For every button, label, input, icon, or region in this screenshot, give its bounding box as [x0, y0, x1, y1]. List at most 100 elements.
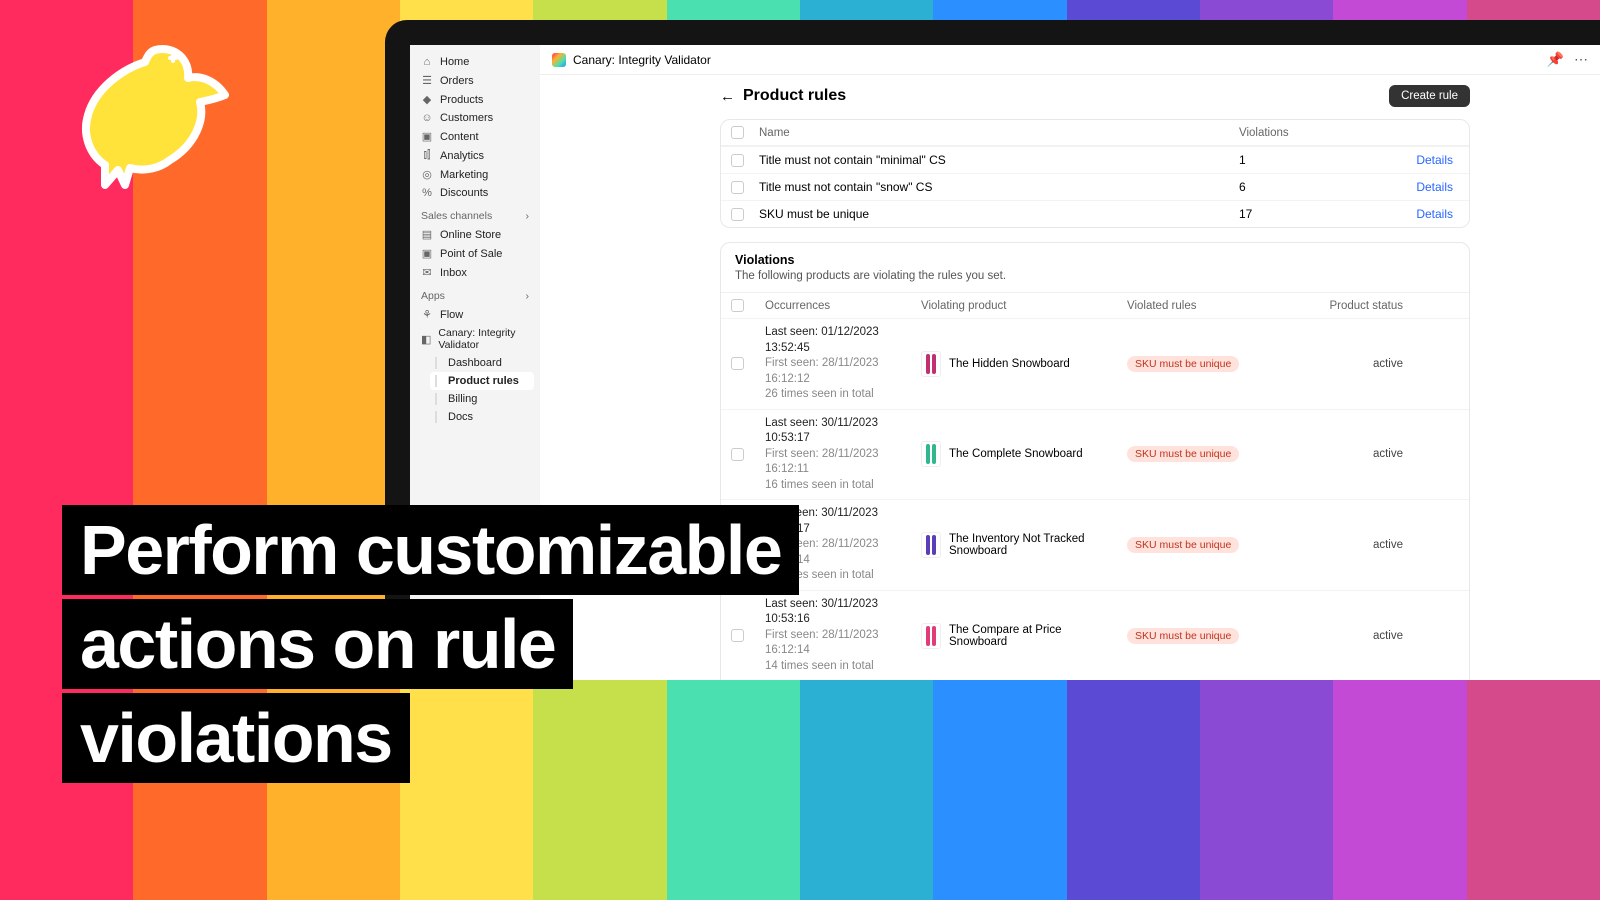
violations-subtitle: The following products are violating the… [735, 270, 1455, 282]
page-header: ← Product rules Create rule [720, 85, 1470, 107]
product-name: The Inventory Not Tracked Snowboard [949, 533, 1121, 557]
violated-rule-cell: SKU must be unique [1127, 537, 1297, 553]
nav-product-rules[interactable]: Product rules [430, 372, 534, 390]
product-cell: The Compare at Price Snowboard [921, 623, 1121, 649]
headline-line-3: violations [62, 693, 410, 783]
pin-icon[interactable]: 📌 [1547, 51, 1564, 68]
violation-row[interactable]: Last seen: 30/11/2023 10:53:17First seen… [721, 409, 1469, 500]
nav-canary-app[interactable]: ◧Canary: Integrity Validator [416, 324, 534, 354]
nav-content[interactable]: ▣Content [416, 127, 534, 146]
col-rules: Violated rules [1127, 300, 1297, 312]
more-icon[interactable]: ⋯ [1574, 51, 1588, 68]
occurrence-cell: Last seen: 30/11/2023 10:53:17First seen… [765, 416, 915, 494]
nav-docs[interactable]: Docs [430, 408, 534, 426]
rule-checkbox[interactable] [731, 181, 744, 194]
violated-rule-cell: SKU must be unique [1127, 446, 1297, 462]
rule-violation-count: 1 [1239, 153, 1369, 167]
violation-row[interactable]: Last seen: 30/11/2023 10:53:16First seen… [721, 590, 1469, 680]
col-status: Product status [1303, 300, 1403, 312]
rule-name: SKU must be unique [759, 207, 1239, 221]
flow-icon: ⚘ [421, 308, 433, 321]
nav-online-store[interactable]: ▤Online Store [416, 225, 534, 244]
violation-checkbox[interactable] [731, 448, 744, 461]
rule-checkbox[interactable] [731, 208, 744, 221]
page-title: Product rules [743, 87, 846, 105]
violated-rule-cell: SKU must be unique [1127, 356, 1297, 372]
rule-name: Title must not contain "snow" CS [759, 180, 1239, 194]
product-thumbnail-icon [921, 623, 941, 649]
nav-home[interactable]: ⌂Home [416, 53, 534, 71]
orders-icon: ☰ [421, 74, 433, 87]
content-icon: ▣ [421, 130, 433, 143]
nav-products[interactable]: ◆Products [416, 90, 534, 109]
nav-customers[interactable]: ☺Customers [416, 109, 534, 127]
customers-icon: ☺ [421, 112, 433, 124]
discounts-icon: % [421, 187, 433, 199]
chevron-right-icon[interactable]: › [526, 290, 530, 302]
home-icon: ⌂ [421, 56, 433, 68]
occurrence-cell: Last seen: 01/12/2023 13:52:45First seen… [765, 325, 915, 403]
status-cell: active [1303, 630, 1403, 642]
headline-line-2: actions on rule [62, 599, 573, 689]
apps-label: Apps› [416, 282, 534, 305]
violation-checkbox[interactable] [731, 357, 744, 370]
rule-row[interactable]: Title must not contain "snow" CS6Details [721, 173, 1469, 200]
col-name: Name [759, 127, 1239, 139]
nav-flow[interactable]: ⚘Flow [416, 305, 534, 324]
rule-checkbox[interactable] [731, 154, 744, 167]
nav-dashboard[interactable]: Dashboard [430, 354, 534, 372]
products-icon: ◆ [421, 93, 433, 106]
col-violations: Violations [1239, 127, 1369, 139]
rule-name: Title must not contain "minimal" CS [759, 153, 1239, 167]
status-cell: active [1303, 448, 1403, 460]
product-cell: The Hidden Snowboard [921, 351, 1121, 377]
nav-billing[interactable]: Billing [430, 390, 534, 408]
product-name: The Compare at Price Snowboard [949, 624, 1121, 648]
violated-rule-cell: SKU must be unique [1127, 628, 1297, 644]
inbox-icon: ✉ [421, 266, 433, 279]
nav-orders[interactable]: ☰Orders [416, 71, 534, 90]
chevron-right-icon[interactable]: › [526, 210, 530, 222]
status-cell: active [1303, 539, 1403, 551]
back-arrow-icon[interactable]: ← [720, 88, 735, 105]
headline-line-1: Perform customizable [62, 505, 799, 595]
violations-header-row: Occurrences Violating product Violated r… [721, 292, 1469, 318]
product-cell: The Inventory Not Tracked Snowboard [921, 532, 1121, 558]
product-name: The Complete Snowboard [949, 448, 1083, 460]
nav-analytics[interactable]: ⫾⫿Analytics [416, 146, 534, 165]
col-occurrences: Occurrences [765, 300, 915, 312]
rules-card: Name Violations Title must not contain "… [720, 119, 1470, 228]
rule-pill: SKU must be unique [1127, 628, 1239, 644]
rule-details-link[interactable]: Details [1369, 180, 1459, 194]
col-product: Violating product [921, 300, 1121, 312]
product-cell: The Complete Snowboard [921, 441, 1121, 467]
app-logo-icon [552, 53, 566, 67]
violations-title: Violations [735, 253, 1455, 267]
nav-pos[interactable]: ▣Point of Sale [416, 244, 534, 263]
sales-channels-label: Sales channels› [416, 202, 534, 225]
rule-row[interactable]: SKU must be unique17Details [721, 200, 1469, 227]
nav-marketing[interactable]: ◎Marketing [416, 165, 534, 184]
violation-row[interactable]: Last seen: 30/11/2023 10:53:17First seen… [721, 499, 1469, 590]
rule-pill: SKU must be unique [1127, 446, 1239, 462]
rule-details-link[interactable]: Details [1369, 207, 1459, 221]
select-all-violations-checkbox[interactable] [731, 299, 744, 312]
marketing-headline: Perform customizable actions on rule vio… [62, 505, 799, 783]
status-cell: active [1303, 358, 1403, 370]
violations-card: Violations The following products are vi… [720, 242, 1470, 680]
rule-pill: SKU must be unique [1127, 537, 1239, 553]
marketing-icon: ◎ [421, 168, 433, 181]
canary-logo-icon [50, 20, 250, 220]
create-rule-button[interactable]: Create rule [1389, 85, 1470, 107]
product-thumbnail-icon [921, 351, 941, 377]
select-all-checkbox[interactable] [731, 126, 744, 139]
store-icon: ▤ [421, 228, 433, 241]
product-thumbnail-icon [921, 532, 941, 558]
violation-row[interactable]: Last seen: 01/12/2023 13:52:45First seen… [721, 318, 1469, 409]
nav-discounts[interactable]: %Discounts [416, 184, 534, 202]
rule-row[interactable]: Title must not contain "minimal" CS1Deta… [721, 146, 1469, 173]
nav-inbox[interactable]: ✉Inbox [416, 263, 534, 282]
rule-violation-count: 6 [1239, 180, 1369, 194]
rule-details-link[interactable]: Details [1369, 153, 1459, 167]
topbar-title: Canary: Integrity Validator [573, 53, 711, 67]
